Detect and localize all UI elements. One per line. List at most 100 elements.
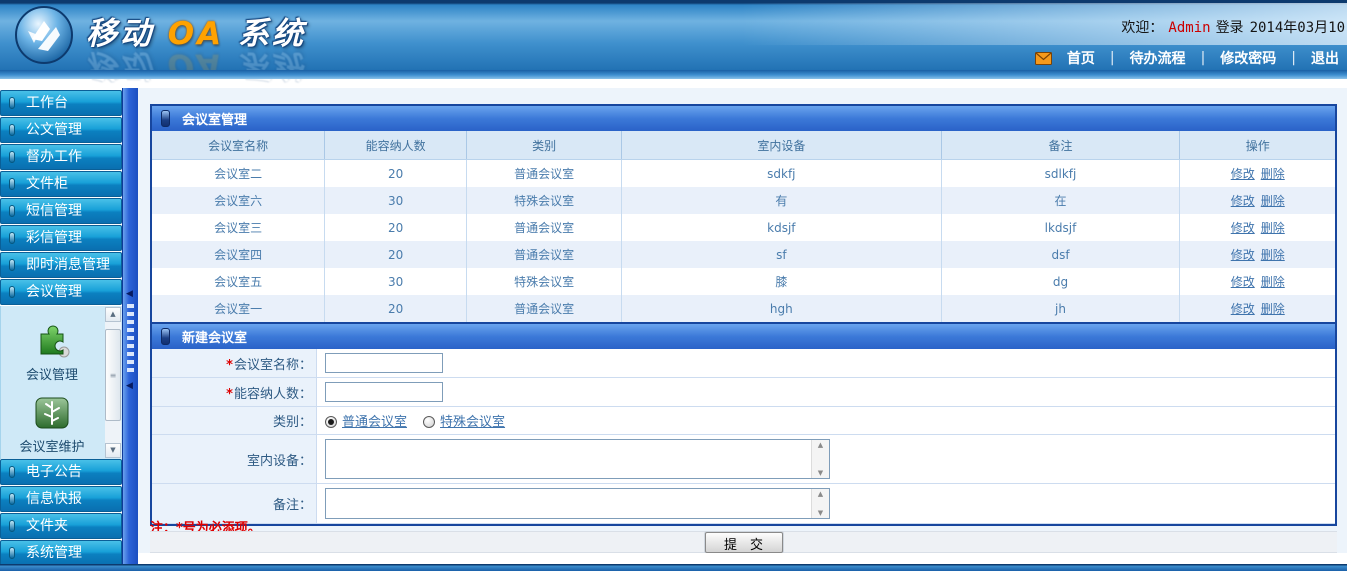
sidebar-item-meeting-mgmt[interactable]: 会议管理 [0,279,122,305]
title-pill-icon [161,110,170,127]
submenu-item-meeting-room-maintain[interactable]: 会议室维护 [1,396,103,455]
scroll-up-icon[interactable]: ▲ [812,440,829,450]
edit-link[interactable]: 修改 [1231,194,1255,208]
cell-equipment: kdsjf [622,214,941,241]
panel-title-bar: 新建会议室 [152,324,1335,349]
bullet-icon [9,286,15,298]
nav-pending-flow[interactable]: 待办流程 [1130,48,1186,68]
textarea-scrollbar[interactable]: ▲ ▼ [811,440,829,478]
delete-link[interactable]: 删除 [1261,275,1285,289]
mail-icon [1035,52,1052,65]
panel-title: 会议室管理 [182,109,247,128]
sidebar-item-sms-mgmt[interactable]: 短信管理 [0,198,122,224]
collapse-left-icon[interactable]: ◀ [126,382,133,391]
sidebar-item-info-express[interactable]: 信息快报 [0,486,122,512]
oa-system-page: 移动 OA 系统 移动 OA 系统 欢迎：Admin登录2014年03月10 首… [0,0,1347,571]
cell-type: 特殊会议室 [467,268,622,295]
bullet-icon [9,232,15,244]
sidebar-item-mms-mgmt[interactable]: 彩信管理 [0,225,122,251]
edit-link[interactable]: 修改 [1231,221,1255,235]
bullet-icon [9,124,15,136]
nav-change-password[interactable]: 修改密码 [1220,48,1276,68]
equipment-label: 室内设备： [152,435,317,484]
bullet-icon [9,547,15,559]
scroll-down-icon[interactable]: ▼ [812,508,829,518]
radio-special-room-label[interactable]: 特殊会议室 [440,415,505,430]
sidebar-splitter[interactable]: ◀ ◀ [122,88,138,571]
cell-type: 普通会议室 [467,214,622,241]
submenu-label: 会议室维护 [1,436,103,455]
delete-link[interactable]: 删除 [1261,248,1285,262]
sidebar-item-workbench[interactable]: 工作台 [0,90,122,116]
splitter-grip[interactable] [127,304,134,376]
app-title-reflection: 移动 OA 系统 [86,46,306,91]
nav-separator: | [1201,50,1206,66]
room-name-input[interactable] [325,353,443,373]
scroll-down-icon[interactable]: ▼ [812,468,829,478]
cell-equipment: hgh [622,295,941,322]
sidebar-item-supervision[interactable]: 督办工作 [0,144,122,170]
china-mobile-logo-icon [14,5,74,65]
type-label: 类别： [152,407,317,435]
scrollbar-thumb[interactable]: ≡ [105,329,121,421]
col-header-equipment: 室内设备 [622,131,941,160]
sidebar-item-im-mgmt[interactable]: 即时消息管理 [0,252,122,278]
edit-link[interactable]: 修改 [1231,167,1255,181]
cell-remark: lkdsjf [941,214,1180,241]
table-header-row: 会议室名称 能容纳人数 类别 室内设备 备注 操作 [152,131,1335,160]
cell-remark: sdlkfj [941,160,1180,188]
cell-remark: dsf [941,241,1180,268]
meeting-submenu-panel: 会议管理 会议室维护 ▲ ≡ ▼ [0,306,122,459]
cell-room-name: 会议室三 [152,214,325,241]
cell-room-name: 会议室五 [152,268,325,295]
radio-special-room[interactable] [423,416,435,428]
scroll-up-icon[interactable]: ▲ [105,307,121,322]
sidebar: 工作台 公文管理 督办工作 文件柜 短信管理 彩信管理 即时消息管理 会议管理 … [0,90,122,567]
bullet-icon [9,205,15,217]
meeting-room-list-panel: 会议室管理 会议室名称 能容纳人数 类别 室内设备 备注 操作 会议室二 20 … [150,104,1337,324]
nav-logout[interactable]: 退出 [1311,48,1339,68]
delete-link[interactable]: 删除 [1261,302,1285,316]
required-mark: * [226,358,233,373]
cell-room-name: 会议室一 [152,295,325,322]
edit-link[interactable]: 修改 [1231,302,1255,316]
delete-link[interactable]: 删除 [1261,221,1285,235]
edit-link[interactable]: 修改 [1231,248,1255,262]
radio-normal-room[interactable] [325,416,337,428]
cell-type: 普通会议室 [467,295,622,322]
scroll-down-icon[interactable]: ▼ [105,443,121,458]
equipment-textarea[interactable] [325,439,830,479]
cell-capacity: 30 [325,268,467,295]
radio-normal-room-label[interactable]: 普通会议室 [342,415,407,430]
submenu-scrollbar[interactable]: ▲ ≡ ▼ [105,307,121,458]
scroll-up-icon[interactable]: ▲ [812,489,829,499]
cell-remark: dg [941,268,1180,295]
edit-link[interactable]: 修改 [1231,275,1255,289]
remark-textarea[interactable] [325,488,830,519]
panel-title-bar: 会议室管理 [152,106,1335,131]
nav-home[interactable]: 首页 [1067,48,1095,68]
content-bottom-gap [138,553,1347,564]
capacity-input[interactable] [325,382,443,402]
delete-link[interactable]: 删除 [1261,194,1285,208]
required-mark: * [226,387,233,402]
sidebar-item-folder[interactable]: 文件夹 [0,513,122,539]
main-content: 会议室管理 会议室名称 能容纳人数 类别 室内设备 备注 操作 会议室二 20 … [138,88,1347,564]
welcome-text: 欢迎：Admin登录2014年03月10 [1121,17,1345,37]
bullet-icon [9,520,15,532]
col-header-type: 类别 [467,131,622,160]
sidebar-item-system-mgmt[interactable]: 系统管理 [0,540,122,566]
submenu-item-meeting-mgmt[interactable]: 会议管理 [1,322,103,383]
sidebar-item-file-cabinet[interactable]: 文件柜 [0,171,122,197]
delete-link[interactable]: 删除 [1261,167,1285,181]
textarea-scrollbar[interactable]: ▲ ▼ [811,489,829,518]
sidebar-item-e-bulletin[interactable]: 电子公告 [0,459,122,485]
cell-remark: jh [941,295,1180,322]
sidebar-item-document-mgmt[interactable]: 公文管理 [0,117,122,143]
col-header-actions: 操作 [1180,131,1335,160]
collapse-left-icon[interactable]: ◀ [126,290,133,299]
submit-button[interactable]: 提 交 [705,532,783,553]
puzzle-icon [33,343,71,362]
cell-room-name: 会议室四 [152,241,325,268]
banner-bottom-strip [0,70,1347,79]
